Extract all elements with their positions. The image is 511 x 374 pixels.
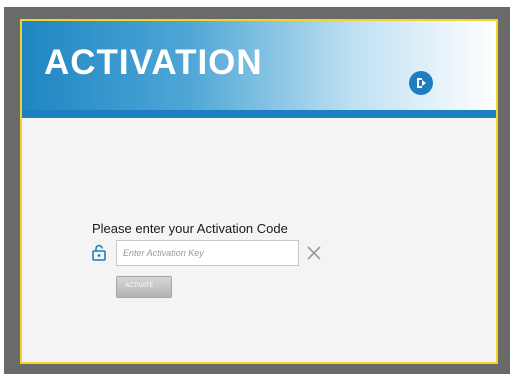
page-title: ACTIVATION (44, 43, 263, 82)
lock-icon (92, 244, 106, 261)
activate-button[interactable]: ACTIVATE (116, 276, 172, 298)
activation-prompt: Please enter your Activation Code (92, 221, 288, 236)
exit-button[interactable] (409, 71, 433, 95)
header-banner: ACTIVATION (22, 21, 496, 118)
clear-icon[interactable] (306, 245, 322, 261)
header-divider (22, 110, 496, 118)
activation-window: ACTIVATION Please enter your Activation … (20, 19, 498, 364)
window-frame: ACTIVATION Please enter your Activation … (4, 7, 510, 374)
exit-icon (417, 78, 426, 88)
activation-key-input[interactable] (116, 240, 299, 266)
